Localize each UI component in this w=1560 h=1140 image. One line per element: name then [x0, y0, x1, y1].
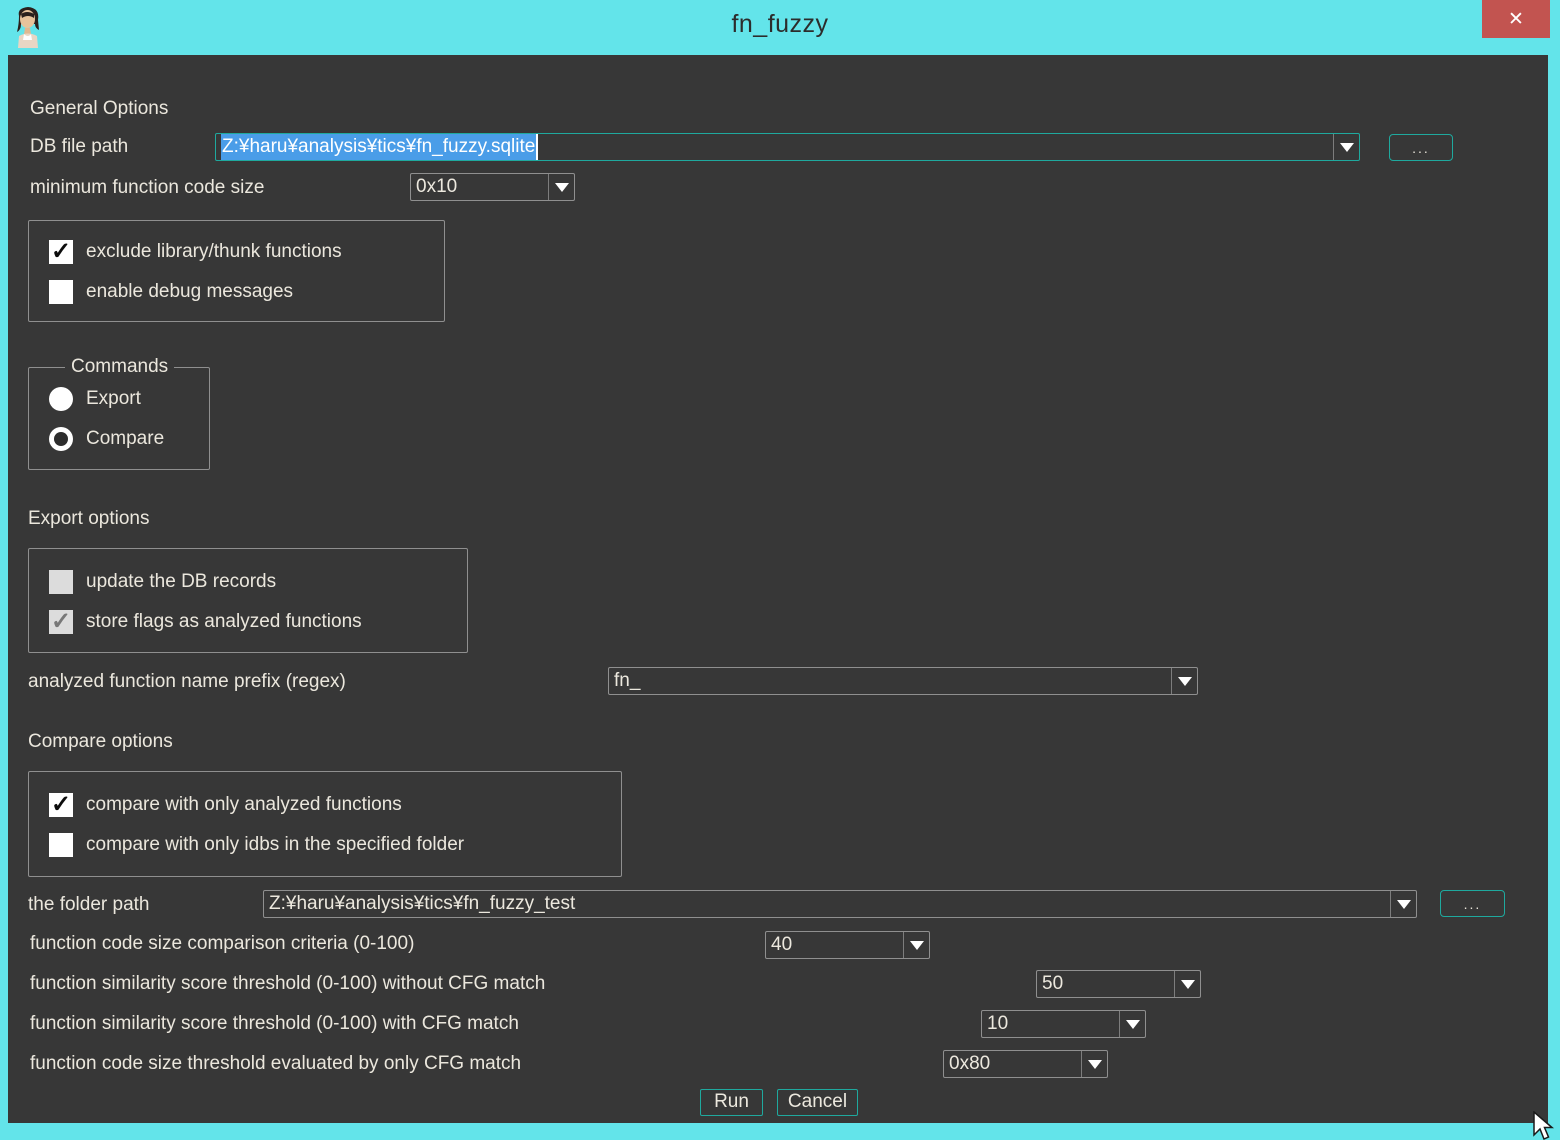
checkbox-label: enable debug messages — [86, 280, 293, 304]
radio-label: Export — [86, 387, 141, 411]
code-size-criteria-label: function code size comparison criteria (… — [30, 932, 414, 956]
titlebar: fn_fuzzy ✕ — [0, 0, 1560, 55]
criteria-dropdown-arrow[interactable] — [1174, 971, 1200, 997]
min-code-size-label: minimum function code size — [30, 176, 264, 200]
folder-path-dropdown-arrow[interactable] — [1390, 891, 1416, 917]
code-size-criteria-combobox[interactable]: 40 — [765, 931, 930, 959]
export-radio[interactable] — [49, 387, 73, 411]
dialog-body: General Options DB file path Z:¥haru¥ana… — [8, 55, 1548, 1123]
checkbox-label: compare with only idbs in the specified … — [86, 833, 464, 857]
store-flags-checkbox — [49, 610, 73, 634]
commands-group-heading: Commands — [65, 354, 174, 380]
mouse-cursor — [1533, 1111, 1560, 1140]
folder-path-label: the folder path — [28, 893, 149, 917]
compare-options-heading: Compare options — [28, 730, 173, 754]
enable-debug-messages-checkbox[interactable] — [49, 280, 73, 304]
folder-path-browse-button[interactable]: ... — [1440, 890, 1505, 917]
close-button[interactable]: ✕ — [1482, 0, 1550, 38]
code-size-cfg-threshold-combobox[interactable]: 0x80 — [943, 1050, 1108, 1078]
code-size-cfg-threshold-label: function code size threshold evaluated b… — [30, 1052, 521, 1076]
general-options-heading: General Options — [30, 97, 168, 121]
compare-idbs-folder-checkbox[interactable] — [49, 833, 73, 857]
commands-group: Commands Export Compare — [28, 367, 210, 470]
prefix-label: analyzed function name prefix (regex) — [28, 670, 346, 694]
compare-options-group: compare with only analyzed functions com… — [28, 771, 622, 877]
similarity-with-cfg-value: 10 — [982, 1011, 1119, 1037]
checkbox-label: compare with only analyzed functions — [86, 793, 402, 817]
compare-analyzed-checkbox[interactable] — [49, 793, 73, 817]
checkbox-label: update the DB records — [86, 570, 276, 594]
general-checkbox-group: exclude library/thunk functions enable d… — [28, 220, 445, 322]
similarity-without-cfg-label: function similarity score threshold (0-1… — [30, 972, 545, 996]
exclude-library-thunk-checkbox[interactable] — [49, 240, 73, 264]
db-file-path-label: DB file path — [30, 135, 128, 159]
db-file-path-browse-button[interactable]: ... — [1389, 134, 1453, 161]
cancel-button[interactable]: Cancel — [777, 1089, 858, 1116]
chevron-down-icon — [555, 183, 569, 192]
update-db-records-checkbox — [49, 570, 73, 594]
window-title: fn_fuzzy — [0, 10, 1560, 39]
folder-path-value: Z:¥haru¥analysis¥tics¥fn_fuzzy_test — [264, 891, 1390, 917]
chevron-down-icon — [1397, 900, 1411, 909]
criteria-dropdown-arrow[interactable] — [1081, 1051, 1107, 1077]
export-options-group: update the DB records store flags as ana… — [28, 548, 468, 653]
criteria-dropdown-arrow[interactable] — [1119, 1011, 1145, 1037]
similarity-without-cfg-value: 50 — [1037, 971, 1174, 997]
chevron-down-icon — [1178, 677, 1192, 686]
checkbox-label: exclude library/thunk functions — [86, 240, 342, 264]
similarity-with-cfg-label: function similarity score threshold (0-1… — [30, 1012, 519, 1036]
prefix-combobox[interactable]: fn_ — [608, 667, 1198, 695]
min-code-size-value: 0x10 — [411, 174, 548, 200]
similarity-without-cfg-combobox[interactable]: 50 — [1036, 970, 1201, 998]
criteria-dropdown-arrow[interactable] — [903, 932, 929, 958]
export-options-heading: Export options — [28, 507, 149, 531]
folder-path-combobox[interactable]: Z:¥haru¥analysis¥tics¥fn_fuzzy_test — [263, 890, 1417, 918]
chevron-down-icon — [1088, 1060, 1102, 1069]
run-button[interactable]: Run — [700, 1089, 763, 1116]
chevron-down-icon — [910, 941, 924, 950]
db-file-path-dropdown-arrow[interactable] — [1333, 134, 1359, 160]
db-file-path-combobox[interactable]: Z:¥haru¥analysis¥tics¥fn_fuzzy.sqlite — [215, 133, 1360, 161]
code-size-cfg-threshold-value: 0x80 — [944, 1051, 1081, 1077]
code-size-criteria-value: 40 — [766, 932, 903, 958]
checkbox-label: store flags as analyzed functions — [86, 610, 362, 634]
radio-label: Compare — [86, 427, 164, 451]
chevron-down-icon — [1340, 143, 1354, 152]
chevron-down-icon — [1126, 1020, 1140, 1029]
similarity-with-cfg-combobox[interactable]: 10 — [981, 1010, 1146, 1038]
prefix-value: fn_ — [609, 668, 1171, 694]
min-code-size-dropdown-arrow[interactable] — [548, 174, 574, 200]
compare-radio[interactable] — [49, 427, 73, 451]
chevron-down-icon — [1181, 980, 1195, 989]
min-code-size-combobox[interactable]: 0x10 — [410, 173, 575, 201]
prefix-dropdown-arrow[interactable] — [1171, 668, 1197, 694]
db-file-path-value[interactable]: Z:¥haru¥analysis¥tics¥fn_fuzzy.sqlite — [221, 134, 538, 160]
